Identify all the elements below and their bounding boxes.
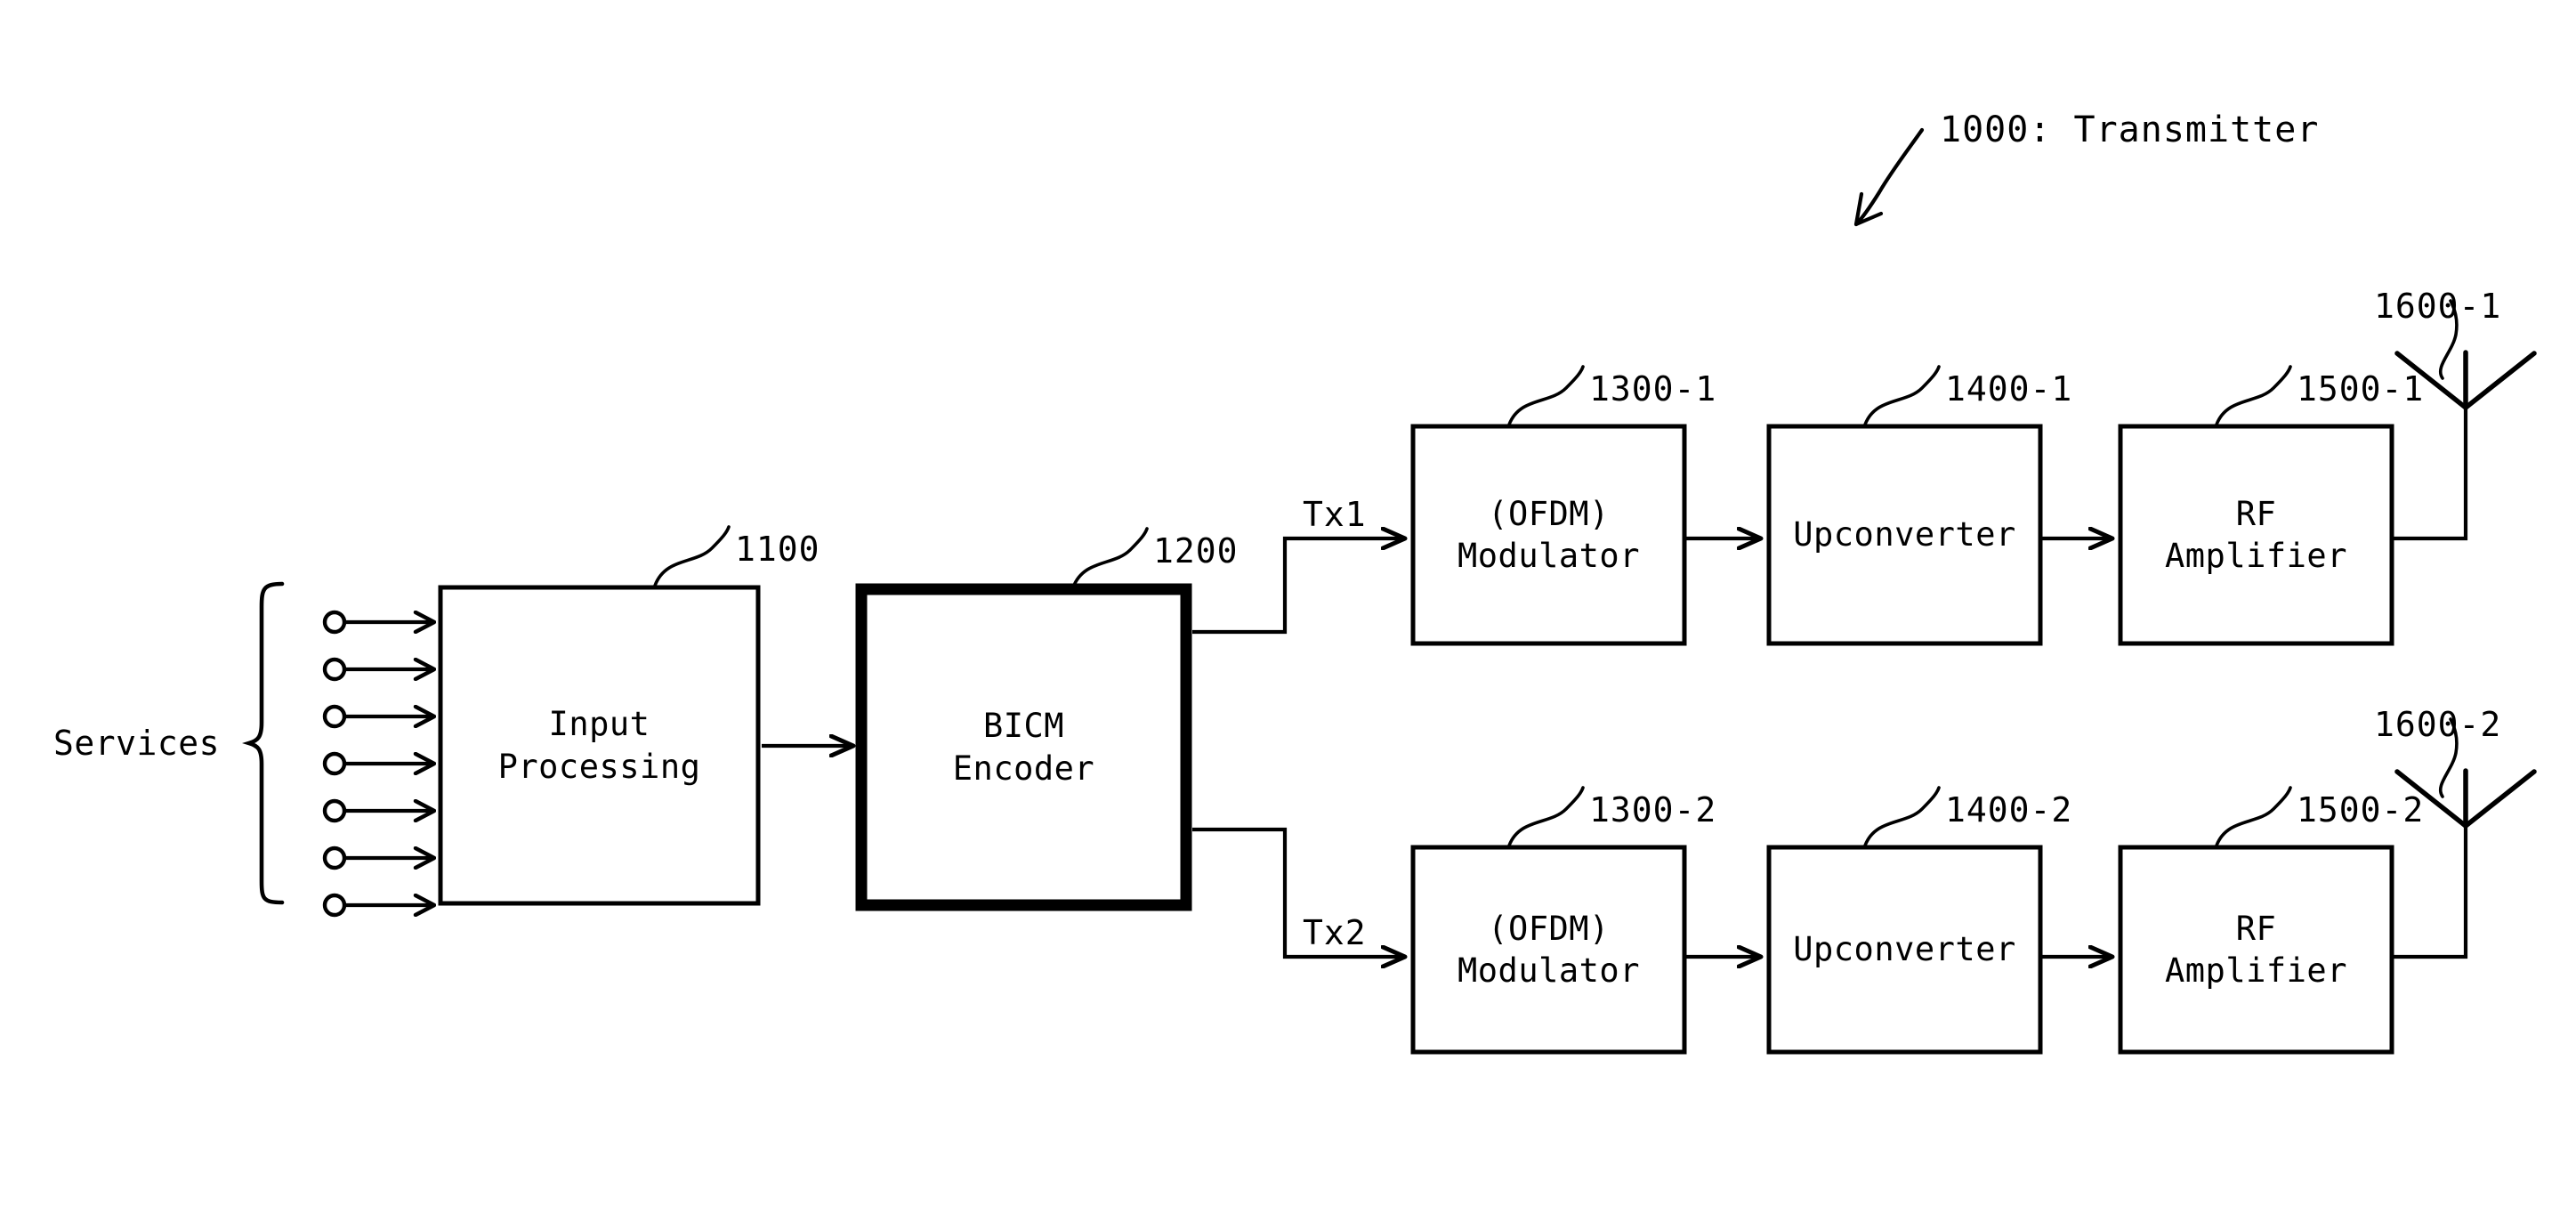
ref-number-1100: 1100	[735, 530, 820, 569]
leader-1300-1	[1507, 365, 1585, 426]
leader-1400-2	[1863, 786, 1941, 847]
conn-bicm-to-tx2	[1192, 827, 1404, 957]
ref-number-1200: 1200	[1153, 531, 1239, 571]
ref-number-1300-2: 1300-2	[1589, 790, 1717, 830]
ref-number-1500-2: 1500-2	[2297, 790, 2425, 830]
block-rf-amplifier-2	[2118, 845, 2394, 1055]
ref-number-1600-2: 1600-2	[2374, 705, 2502, 744]
leader-1100	[653, 525, 731, 587]
service-input-arrows	[322, 610, 433, 918]
block-bicm-encoder	[855, 583, 1192, 911]
leader-1400-1	[1863, 365, 1941, 426]
leader-1500-1	[2215, 365, 2292, 426]
ref-number-1400-1: 1400-1	[1945, 369, 2073, 409]
ref-number-1300-1: 1300-1	[1589, 369, 1717, 409]
signal-label-tx1: Tx1	[1303, 495, 1367, 534]
ref-number-1600-1: 1600-1	[2374, 287, 2502, 326]
patent-figure-transmitter-block-diagram: 1000: Transmitter Services Input Process…	[0, 0, 2576, 1222]
conn-rf1-to-antenna1	[2392, 408, 2468, 541]
block-ofdm-modulator-1	[1410, 424, 1687, 646]
block-upconverter-1	[1766, 424, 2043, 646]
ref-number-1400-2: 1400-2	[1945, 790, 2073, 830]
signal-label-tx2: Tx2	[1303, 913, 1367, 952]
services-brace	[242, 581, 285, 905]
leader-1500-2	[2215, 786, 2292, 847]
services-label: Services	[53, 724, 221, 763]
ref-number-1500-1: 1500-1	[2297, 369, 2425, 409]
leader-1300-2	[1507, 786, 1585, 847]
leader-1200	[1071, 527, 1149, 589]
figure-title-ref: 1000: Transmitter	[1940, 109, 2320, 150]
block-ofdm-modulator-2	[1410, 845, 1687, 1055]
block-upconverter-2	[1766, 845, 2043, 1055]
block-rf-amplifier-1	[2118, 424, 2394, 646]
conn-rf2-to-antenna2	[2392, 826, 2468, 959]
leader-1000-arrow	[1853, 127, 1925, 227]
diagram-vector-layer	[242, 127, 2537, 1055]
block-input-processing	[438, 585, 761, 906]
